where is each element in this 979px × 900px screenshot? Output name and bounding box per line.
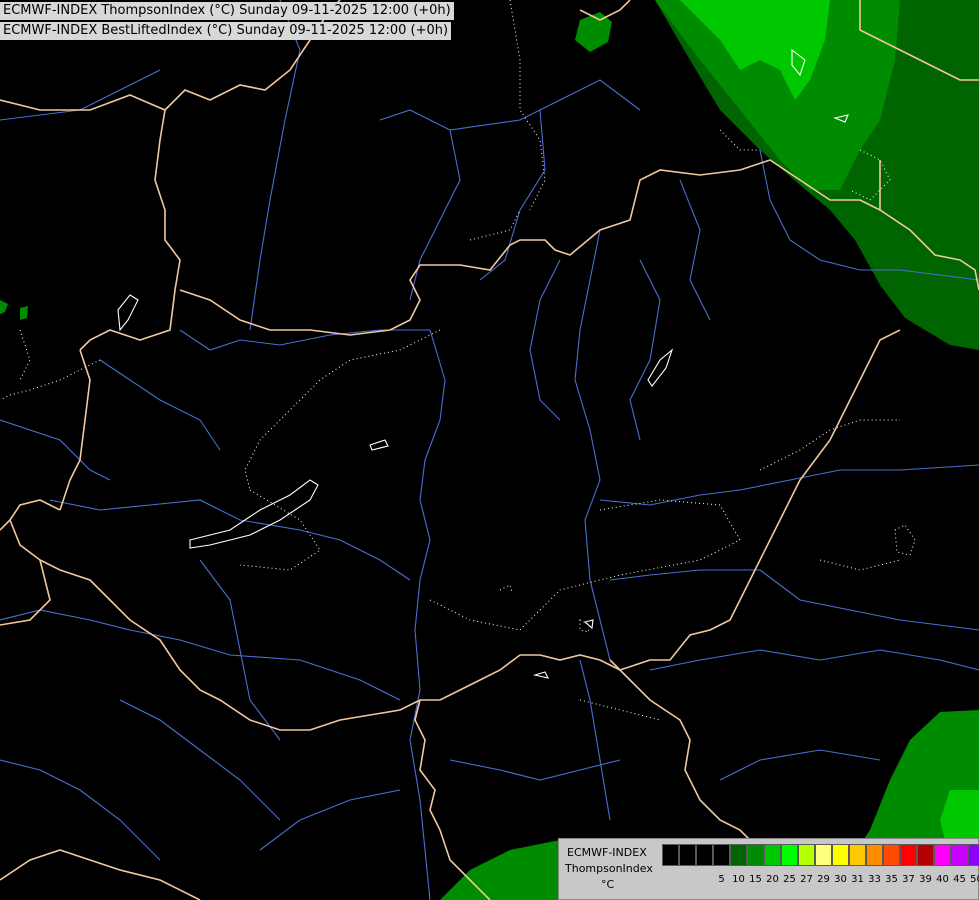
legend-tick-label: 10 [732,874,745,885]
legend-swatch [662,844,679,866]
legend-swatch [781,844,798,866]
legend-tick-label: 50 [970,874,979,885]
legend-swatch [832,844,849,866]
legend-swatch [798,844,815,866]
legend-tick-label: 5 [718,874,725,885]
legend-tick-label: 31 [851,874,864,885]
legend-tick-label: 30 [834,874,847,885]
legend-model: ECMWF-INDEX [567,846,647,859]
legend-swatch [764,844,781,866]
legend-tick-label: 40 [936,874,949,885]
legend-tick-label: 27 [800,874,813,885]
legend-tick-label: 35 [885,874,898,885]
legend-unit: °C [601,878,615,891]
legend-tick-label: 33 [868,874,881,885]
legend-swatch [815,844,832,866]
legend-swatch [713,844,730,866]
legend-swatch [747,844,764,866]
legend-tick-label: 29 [817,874,830,885]
legend-tick-label: 15 [749,874,762,885]
legend-tick-label: 45 [953,874,966,885]
legend-parameter: ThompsonIndex [565,862,653,875]
zone-west-spot2 [20,306,28,320]
legend-tick-label: 25 [783,874,796,885]
legend-swatch [883,844,900,866]
legend-tick-label: 39 [919,874,932,885]
legend-swatch [968,844,979,866]
weather-map [0,0,979,900]
legend-swatch [696,844,713,866]
legend-tick-label: 20 [766,874,779,885]
legend-swatch [934,844,951,866]
map-title-primary: ECMWF-INDEX ThompsonIndex (°C) Sunday 09… [0,2,454,20]
legend-swatch [730,844,747,866]
legend-tick-label: 37 [902,874,915,885]
legend-ticks: 51015202527293031333537394045505560 [662,874,979,886]
legend-swatch [917,844,934,866]
legend-swatch [849,844,866,866]
legend-tick-spacer [662,874,713,886]
legend-swatch [951,844,968,866]
legend-swatch [866,844,883,866]
map-title-secondary: ECMWF-INDEX BestLiftedIndex (°C) Sunday … [0,22,452,40]
legend-swatches [662,844,979,866]
color-legend: ECMWF-INDEX ThompsonIndex °C 5 10 15 20 25 27… [558,838,979,900]
legend-swatch [900,844,917,866]
legend-swatch [679,844,696,866]
